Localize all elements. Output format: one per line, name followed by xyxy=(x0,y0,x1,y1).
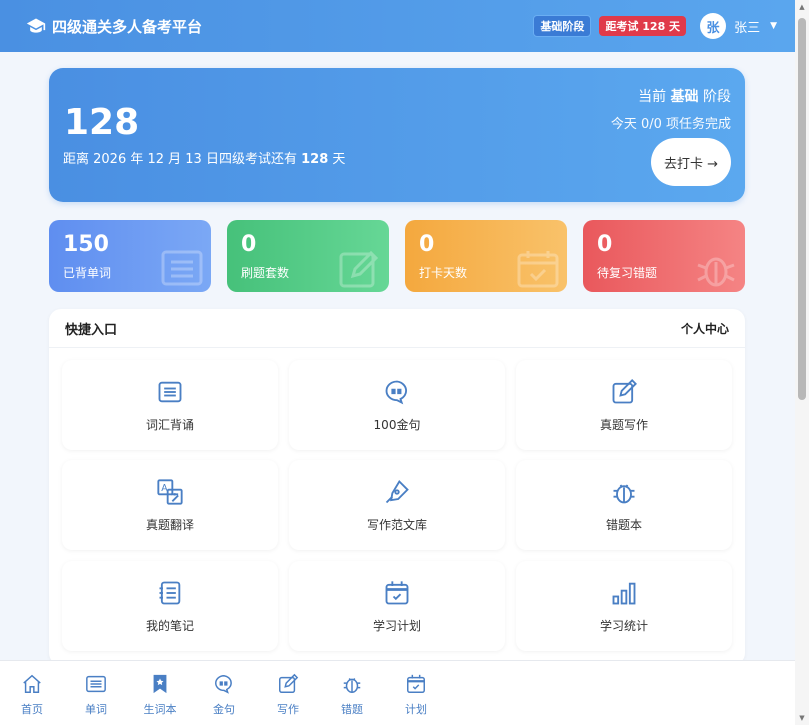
nav-label: 错题 xyxy=(341,703,363,716)
username[interactable]: 张三 xyxy=(734,17,760,36)
stat-value: 0 xyxy=(419,232,435,257)
nav-label: 金句 xyxy=(213,703,235,716)
tile-label: 学习计划 xyxy=(372,618,421,633)
tile-label: 学习统计 xyxy=(599,618,648,633)
quick-entry-panel: 快捷入口 个人中心 词汇背诵 100金句 真题写作 A 真题翻译 写作范文库 错… xyxy=(49,309,745,665)
nav-label: 生词本 xyxy=(143,703,177,716)
tile-study-plan[interactable]: 学习计划 xyxy=(289,561,505,651)
stat-label: 刷题套数 xyxy=(241,266,290,280)
tile-my-notes[interactable]: 我的笔记 xyxy=(62,561,278,651)
tile-label: 写作范文库 xyxy=(366,517,427,532)
nav-wordbook[interactable]: 生词本 xyxy=(138,673,182,717)
nav-label: 写作 xyxy=(277,703,299,716)
pen-icon xyxy=(385,479,409,503)
stat-label: 待复习错题 xyxy=(597,266,658,280)
chevron-down-icon[interactable]: ▼ xyxy=(770,21,777,31)
tile-essay-library[interactable]: 写作范文库 xyxy=(289,460,505,550)
bug-icon xyxy=(697,257,735,287)
panel-title: 快捷入口 xyxy=(65,322,118,338)
bookmark-icon xyxy=(153,674,167,694)
list-icon xyxy=(161,250,203,286)
edit-icon xyxy=(279,673,299,693)
translate-icon: A xyxy=(157,478,183,505)
nav-home[interactable]: 首页 xyxy=(10,673,54,717)
quote-icon xyxy=(385,380,407,404)
task-progress: 今天 0/0 项任务完成 xyxy=(610,117,731,132)
stat-words-learned[interactable]: 150 已背单词 xyxy=(49,220,211,292)
scroll-thumb[interactable] xyxy=(798,18,806,400)
bottom-navigation: 首页 单词 生词本 金句 写作 错题 计划 xyxy=(0,660,795,725)
tile-label: 词汇背诵 xyxy=(145,417,194,432)
nav-writing[interactable]: 写作 xyxy=(266,673,310,717)
stat-value: 0 xyxy=(597,232,613,257)
checkin-button[interactable]: 去打卡 → xyxy=(651,138,731,186)
nav-words[interactable]: 单词 xyxy=(74,673,118,717)
scroll-up-arrow[interactable]: ▲ xyxy=(798,3,806,11)
tile-label: 100金句 xyxy=(373,417,421,432)
graduation-cap-icon xyxy=(26,18,46,33)
page-scrollbar[interactable]: ▲ ▼ xyxy=(795,0,809,725)
nav-label: 首页 xyxy=(21,703,43,716)
tile-label: 真题翻译 xyxy=(145,517,194,532)
edit-icon xyxy=(339,250,379,288)
tile-translation[interactable]: A 真题翻译 xyxy=(62,460,278,550)
tile-study-stats[interactable]: 学习统计 xyxy=(516,561,732,651)
countdown-days: 128 xyxy=(64,102,140,143)
calendar-icon xyxy=(385,580,409,604)
tile-label: 我的笔记 xyxy=(145,618,194,633)
stat-label: 打卡天数 xyxy=(419,266,468,280)
current-stage: 当前 基础 阶段 xyxy=(638,89,731,105)
brand[interactable]: 四级通关多人备考平台 xyxy=(26,16,202,37)
stat-value: 0 xyxy=(241,232,257,257)
bug-icon xyxy=(343,678,361,693)
stage-badge: 基础阶段 xyxy=(533,15,592,37)
nav-plan[interactable]: 计划 xyxy=(394,673,438,717)
home-icon xyxy=(23,674,41,693)
list-icon xyxy=(158,381,182,402)
nav-mistakes[interactable]: 错题 xyxy=(330,673,374,717)
calendar-icon xyxy=(517,251,559,288)
tile-label: 错题本 xyxy=(605,517,642,532)
calendar-icon xyxy=(407,674,425,693)
nav-label: 单词 xyxy=(85,703,107,716)
stat-label: 已背单词 xyxy=(63,266,112,280)
personal-center-link[interactable]: 个人中心 xyxy=(681,320,729,337)
bar-chart-icon xyxy=(612,582,636,604)
stat-value: 150 xyxy=(63,232,109,257)
stat-exams-done[interactable]: 0 刷题套数 xyxy=(227,220,389,292)
tile-mistake-book[interactable]: 错题本 xyxy=(516,460,732,550)
scroll-down-arrow[interactable]: ▼ xyxy=(798,714,806,722)
edit-icon xyxy=(612,378,637,403)
avatar[interactable]: 张 xyxy=(700,13,727,39)
tile-vocabulary[interactable]: 词汇背诵 xyxy=(62,360,278,450)
app-title: 四级通关多人备考平台 xyxy=(52,17,203,36)
stat-checkin-days[interactable]: 0 打卡天数 xyxy=(405,220,567,292)
bug-icon xyxy=(613,483,635,503)
countdown-badge: 距考试 128 天 xyxy=(599,16,687,36)
tile-quotes[interactable]: 100金句 xyxy=(289,360,505,450)
stat-mistakes-to-review[interactable]: 0 待复习错题 xyxy=(583,220,745,292)
tile-label: 真题写作 xyxy=(599,417,648,432)
nav-label: 计划 xyxy=(405,703,427,716)
nav-quotes[interactable]: 金句 xyxy=(202,673,246,717)
countdown-subtitle: 距离 2026 年 12 月 13 日四级考试还有 128 天 xyxy=(63,152,346,167)
quote-icon xyxy=(215,675,232,694)
countdown-hero-card: 128 距离 2026 年 12 月 13 日四级考试还有 128 天 当前 基… xyxy=(49,68,745,202)
top-bar: 四级通关多人备考平台 基础阶段 距考试 128 天 张 张三 ▼ xyxy=(0,0,795,52)
tile-writing[interactable]: 真题写作 xyxy=(516,360,732,450)
list-icon xyxy=(86,675,106,693)
notes-icon xyxy=(159,581,181,604)
